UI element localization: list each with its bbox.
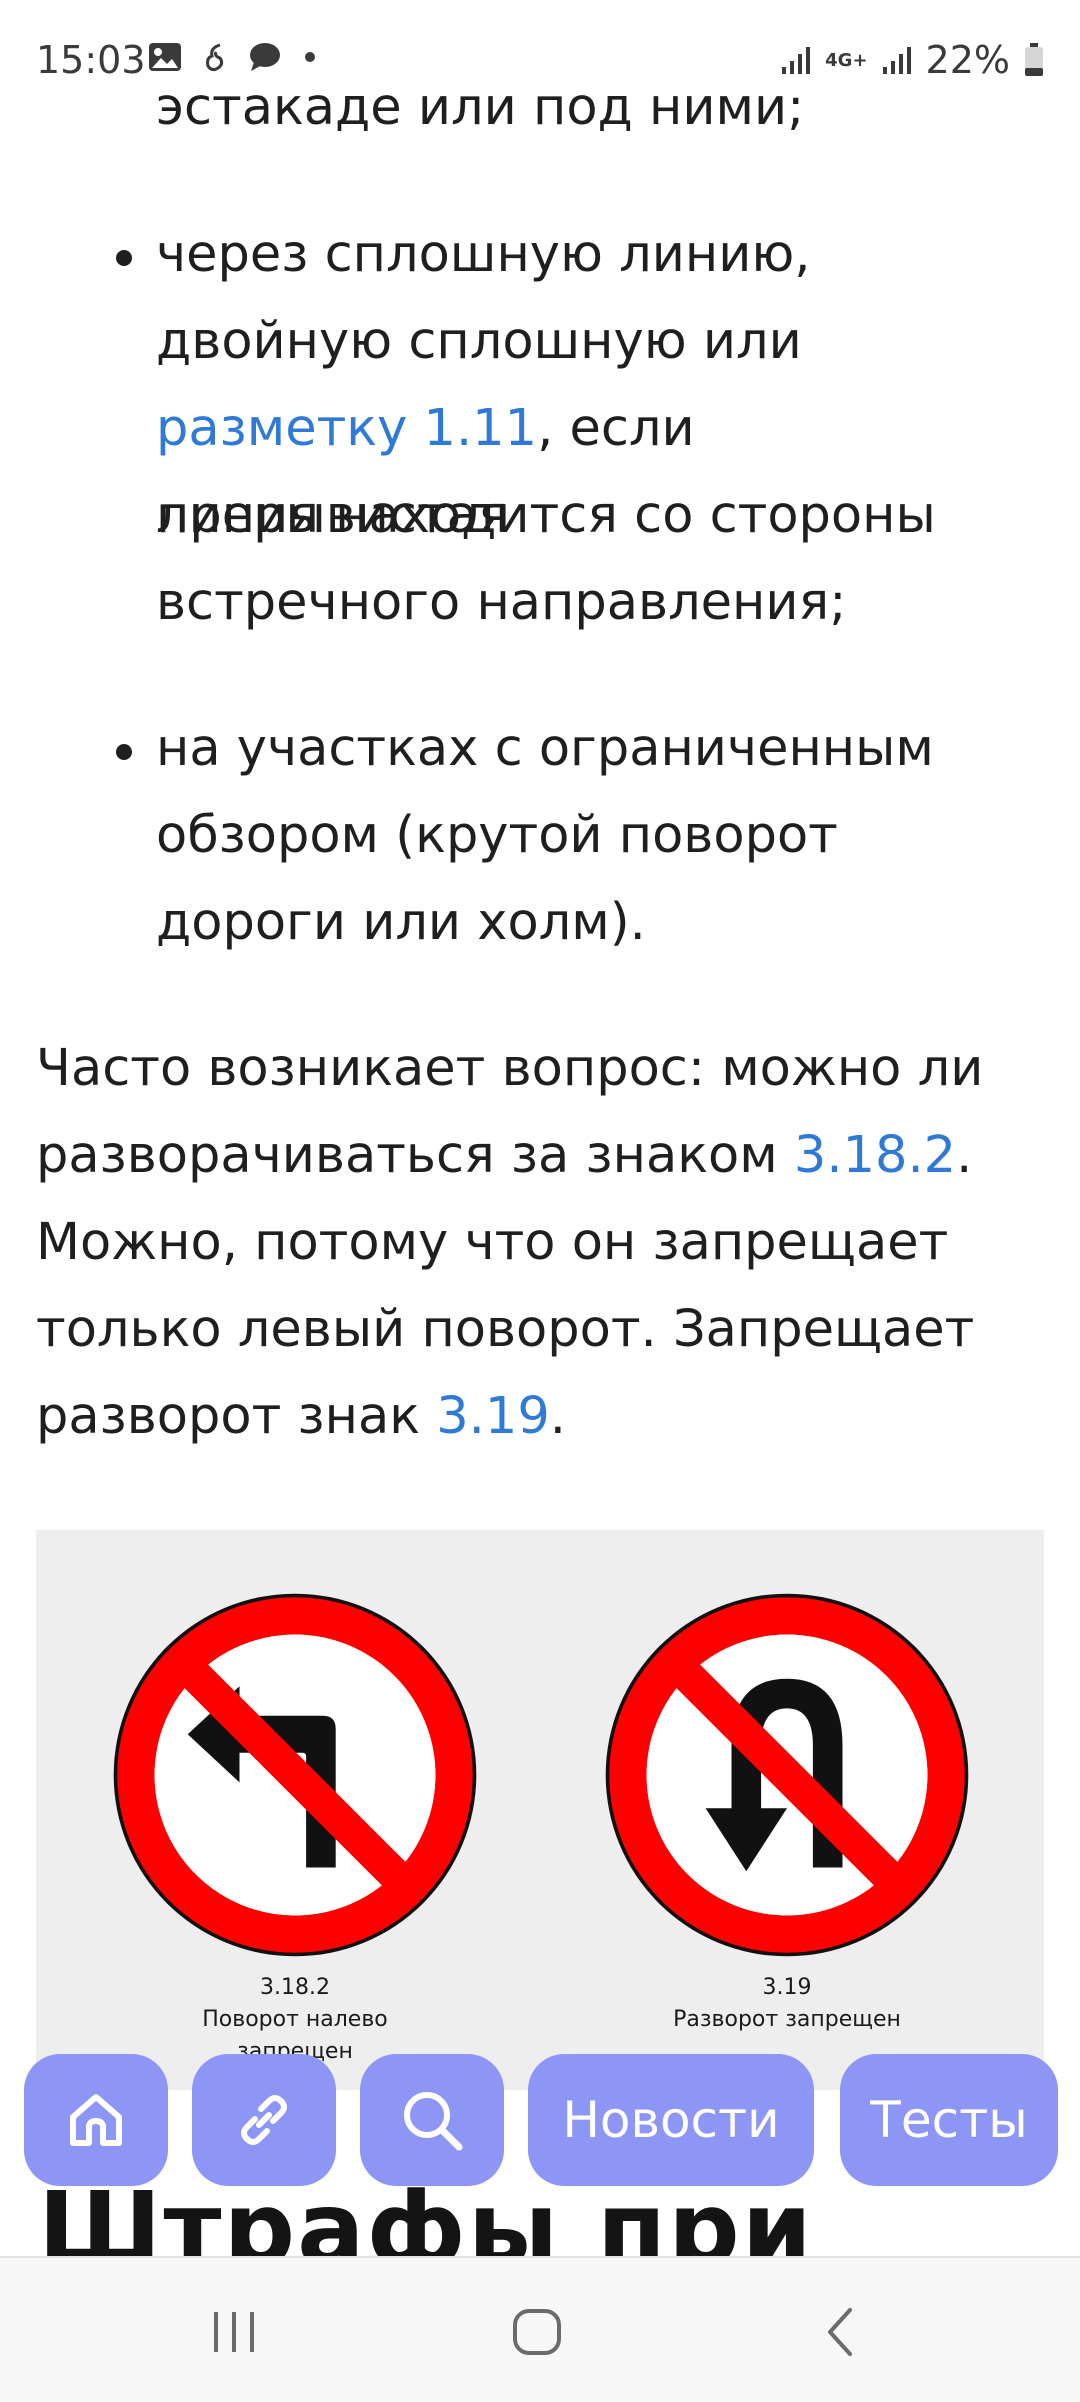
battery-icon — [1025, 43, 1043, 76]
sign-name: Разворот запрещен — [673, 2007, 901, 2032]
system-nav-bar — [0, 2256, 1080, 2402]
search-icon — [404, 2092, 463, 2151]
home-icon — [70, 2094, 122, 2146]
signal-icon-2 — [882, 47, 911, 74]
paragraph-text: разворачиваться за знаком — [36, 1126, 794, 1185]
markup-link[interactable]: разметку 1.11 — [156, 399, 537, 458]
bullet-line: обзором (крутой поворот — [156, 806, 838, 865]
system-icons: 4G+ 22% — [781, 38, 1044, 82]
home-button[interactable] — [24, 2054, 168, 2186]
paragraph-line: разворачиваться за знаком 3.18.2. — [36, 1112, 1046, 1199]
paragraph-line: разворот знак 3.19. — [36, 1373, 1046, 1460]
gallery-icon — [149, 43, 181, 71]
bullet-line: на участках с ограниченным — [156, 719, 934, 778]
status-bar: 15:03 4G+ 22% — [0, 0, 1080, 116]
back-icon[interactable] — [822, 2306, 858, 2358]
sign-code: 3.18.2 — [260, 1975, 330, 2000]
home-nav-icon[interactable] — [512, 2308, 562, 2356]
paragraph-text: . — [956, 1126, 973, 1185]
notification-icons — [148, 42, 316, 72]
tests-button[interactable]: Тесты — [840, 2054, 1058, 2186]
signal-icon — [782, 47, 811, 74]
copy-link-button[interactable] — [192, 2054, 336, 2186]
status-time: 15:03 — [36, 38, 146, 82]
dot-icon — [305, 52, 315, 62]
bullet-line: встречного направления; — [156, 573, 847, 632]
quick-actions-bar: Новости Тесты — [24, 2054, 1064, 2186]
no-left-turn-sign-icon — [113, 1593, 477, 1957]
app-notification-icon — [206, 43, 224, 72]
bullet-line: через сплошную линию, — [156, 225, 811, 284]
paragraph-line: Часто возникает вопрос: можно ли — [36, 1039, 984, 1098]
bullet-line: линия находится со стороны — [156, 486, 936, 545]
paragraph-text: . — [549, 1387, 567, 1446]
sign-code: 3.19 — [762, 1975, 812, 2000]
battery-percent: 22% — [925, 38, 1010, 82]
bullet-line: двойную сплошную или — [156, 312, 802, 371]
paragraph-line: Можно, потому что он запрещает — [36, 1213, 949, 1272]
news-button[interactable]: Новости — [528, 2054, 814, 2186]
sign-3-19-link[interactable]: 3.19 — [436, 1387, 550, 1446]
sign-3-18-2-link[interactable]: 3.18.2 — [794, 1126, 956, 1185]
paragraph-text: разворот знак — [36, 1387, 437, 1446]
search-button[interactable] — [360, 2054, 504, 2186]
paragraph-line: только левый поворот. Запрещает — [36, 1300, 975, 1359]
network-type: 4G+ — [825, 49, 868, 71]
link-icon — [241, 2095, 287, 2145]
recent-apps-icon[interactable] — [210, 2310, 260, 2354]
no-u-turn-sign-icon — [605, 1593, 969, 1957]
message-icon — [250, 43, 280, 71]
sign-3-19-caption: 3.19 Разворот запрещен — [587, 1972, 987, 2036]
sign-name: Поворот налево — [202, 2007, 388, 2032]
bullet-line: дороги или холм). — [156, 893, 646, 952]
bullet-marker — [116, 744, 132, 760]
road-signs-figure: 3.18.2 Поворот налево запрещен 3.19 Разв… — [36, 1530, 1044, 2090]
bullet-marker — [116, 250, 132, 266]
